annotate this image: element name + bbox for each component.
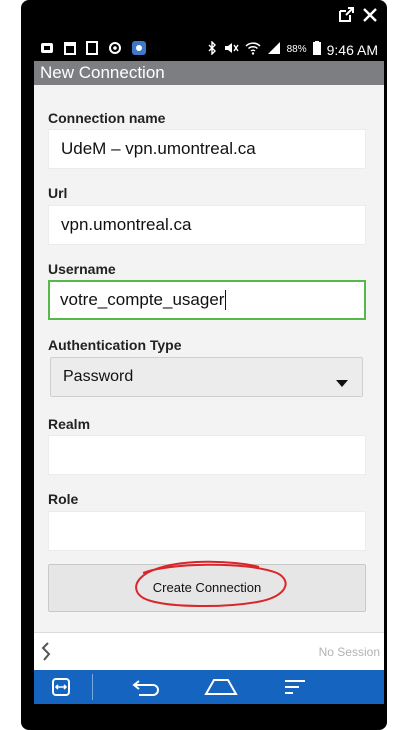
connection-status-icon (40, 642, 52, 667)
app-icon (132, 41, 146, 58)
battery-percentage: 88% (286, 44, 307, 55)
authentication-type-value: Password (63, 368, 134, 385)
connection-name-label: Connection name (48, 110, 166, 126)
text-cursor (225, 290, 227, 310)
session-bar: No Session (34, 632, 384, 670)
page-title: New Connection (40, 63, 165, 82)
recent-apps-icon[interactable] (275, 670, 315, 704)
authentication-type-label: Authentication Type (48, 337, 182, 353)
battery-icon (312, 41, 321, 58)
connection-name-value: UdeM – vpn.umontreal.ca (61, 139, 256, 158)
session-status: No Session (318, 645, 380, 659)
username-input[interactable]: votre_compte_usager (48, 280, 366, 320)
sync-icon (108, 41, 122, 58)
role-input[interactable] (48, 511, 366, 551)
url-label: Url (48, 185, 68, 201)
close-icon[interactable] (361, 6, 379, 24)
status-bar: 88% 9:46 AM (34, 37, 384, 61)
notification-icon (40, 41, 54, 58)
navigation-bar (34, 670, 384, 704)
username-label: Username (48, 261, 116, 277)
username-value: votre_compte_usager (60, 290, 225, 309)
create-connection-label: Create Connection (152, 580, 262, 595)
realm-input[interactable] (48, 435, 366, 475)
connection-name-input[interactable]: UdeM – vpn.umontreal.ca (48, 129, 366, 169)
create-connection-button[interactable]: Create Connection (48, 560, 366, 612)
screen-icon (86, 41, 98, 58)
wifi-icon (245, 41, 261, 58)
vpn-app-icon[interactable] (42, 670, 80, 704)
home-icon[interactable] (199, 670, 243, 704)
external-link-icon[interactable] (337, 6, 355, 24)
url-value: vpn.umontreal.ca (61, 215, 192, 234)
signal-icon (267, 41, 281, 58)
mute-icon (223, 41, 239, 58)
connection-form: Connection name UdeM – vpn.umontreal.ca … (34, 85, 384, 632)
back-icon[interactable] (126, 670, 166, 704)
calendar-icon (64, 41, 76, 58)
window-corner-controls (21, 0, 387, 32)
dropdown-arrow-icon (336, 374, 348, 392)
authentication-type-select[interactable]: Password (50, 357, 363, 397)
realm-label: Realm (48, 416, 91, 432)
role-label: Role (48, 491, 79, 507)
nav-divider (92, 674, 93, 700)
url-input[interactable]: vpn.umontreal.ca (48, 205, 366, 245)
bluetooth-icon (207, 40, 217, 58)
app-header: New Connection (34, 61, 384, 85)
status-time: 9:46 AM (326, 41, 378, 58)
